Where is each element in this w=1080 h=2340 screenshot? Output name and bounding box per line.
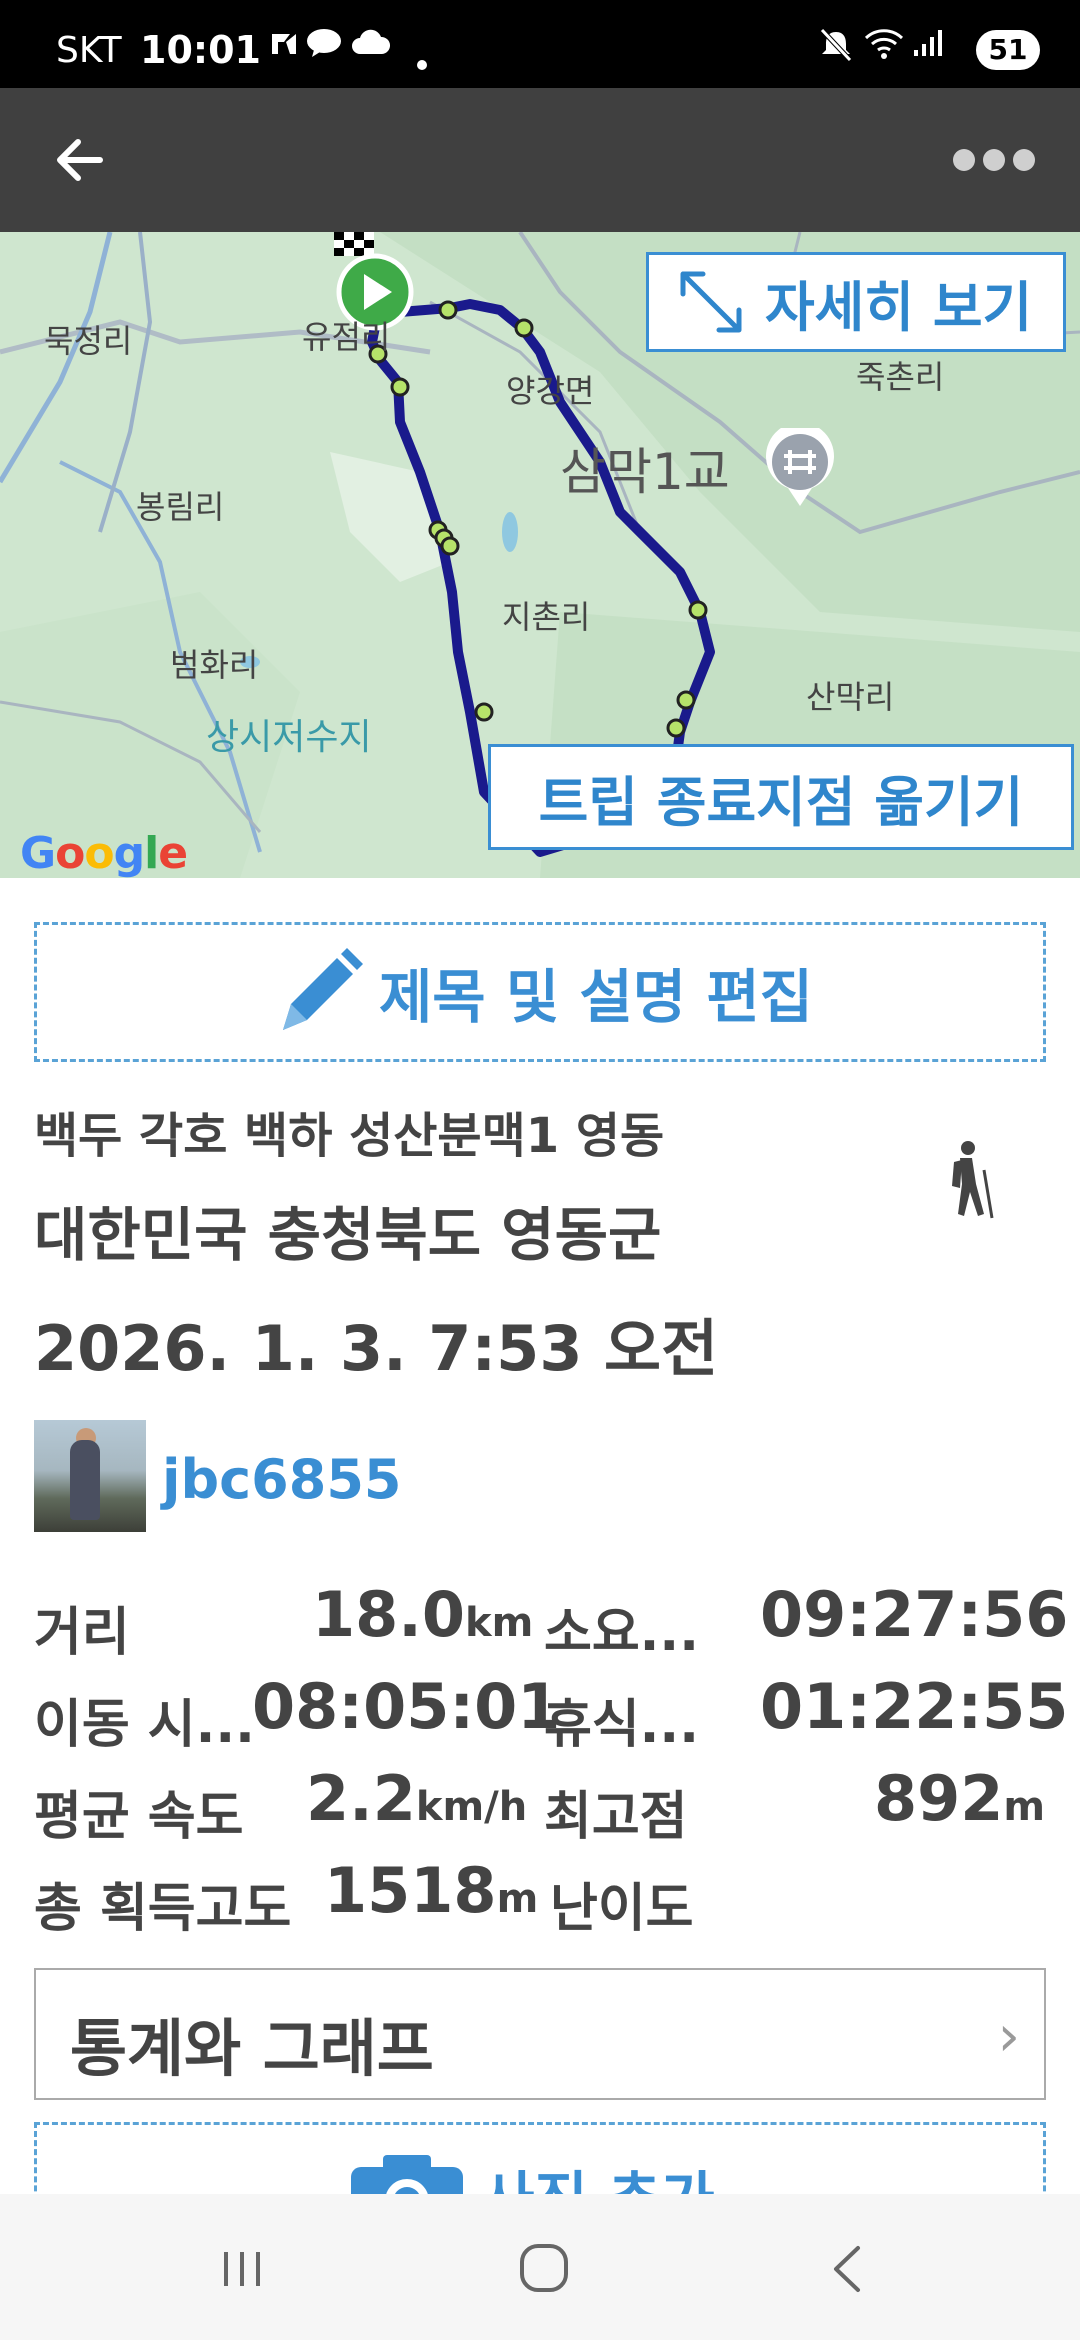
stat-label-rest-time: 휴식... xyxy=(544,1695,699,1755)
username-link[interactable]: jbc6855 xyxy=(162,1448,401,1511)
place-label: 상시저수지 xyxy=(206,717,372,758)
wifi-icon xyxy=(864,28,904,70)
pencil-icon xyxy=(282,948,363,1030)
arrow-left-icon xyxy=(57,139,103,181)
stat-label-difficulty: 난이도 xyxy=(550,1879,694,1939)
more-options-button[interactable] xyxy=(944,140,1044,180)
place-label: 범화리 xyxy=(170,646,259,684)
move-trip-end-button[interactable]: 트립 종료지점 옮기기 xyxy=(488,744,1074,850)
back-button[interactable] xyxy=(44,124,124,196)
back-icon[interactable] xyxy=(808,2234,888,2304)
app-bar xyxy=(0,88,1080,232)
trip-date: 2026. 1. 3. 7:53 오전 xyxy=(34,1312,719,1385)
view-details-button[interactable]: 자세히 보기 xyxy=(646,252,1066,352)
stat-elevation-gain: 1518m xyxy=(324,1854,539,1927)
home-icon[interactable] xyxy=(504,2234,584,2304)
stat-label-distance: 거리 xyxy=(34,1603,130,1663)
cloud-icon xyxy=(352,28,391,64)
stat-max-altitude: 892m xyxy=(874,1762,1046,1835)
battery-indicator: 51 xyxy=(976,30,1040,70)
stat-label-avg-speed: 평균 속도 xyxy=(34,1787,244,1847)
hiker-icon xyxy=(952,1141,994,1219)
place-label: 산막리 xyxy=(806,678,895,716)
stats-graph-label: 통계와 그래프 xyxy=(70,2012,434,2085)
google-logo: Google xyxy=(20,828,188,878)
talk-icon xyxy=(306,28,342,66)
trip-location: 대한민국 충청북도 영동군 xyxy=(34,1201,662,1269)
route-map[interactable]: 묵정리 유점리 양강면 죽촌리 삼막1교 봉림리 지촌리 범화리 상시저수지 산… xyxy=(0,232,1080,878)
stat-label-moving-time: 이동 시... xyxy=(34,1695,255,1755)
taxi-icon xyxy=(268,28,302,66)
stat-distance: 18.0km xyxy=(312,1578,534,1651)
place-label: 유점리 xyxy=(302,318,391,356)
status-bar: SKT 10:01 51 xyxy=(0,0,1080,88)
signal-icon xyxy=(912,28,946,66)
stat-avg-speed: 2.2km/h xyxy=(306,1762,528,1835)
view-details-label: 자세히 보기 xyxy=(765,275,1033,339)
expand-icon xyxy=(680,271,742,333)
clock: 10:01 xyxy=(140,28,261,72)
move-trip-end-label: 트립 종료지점 옮기기 xyxy=(538,770,1024,834)
system-nav-bar xyxy=(0,2194,1080,2340)
trip-title: 백두 각호 백하 성산분맥1 영동 xyxy=(34,1108,665,1164)
stats-graph-button[interactable]: 통계와 그래프 › xyxy=(34,1968,1046,2100)
place-label: 죽촌리 xyxy=(856,358,945,396)
stat-label-max-altitude: 최고점 xyxy=(544,1787,688,1847)
place-label: 삼막1교 xyxy=(560,443,730,501)
place-label: 묵정리 xyxy=(44,322,133,360)
edit-title-description-button[interactable]: 제목 및 설명 편집 xyxy=(34,922,1046,1062)
dot-icon xyxy=(416,44,428,79)
edit-title-label: 제목 및 설명 편집 xyxy=(378,963,814,1031)
place-label: 지촌리 xyxy=(502,598,591,636)
stat-rest-time: 01:22:55 xyxy=(760,1670,1069,1743)
stat-label-elevation-gain: 총 획득고도 xyxy=(34,1879,292,1939)
recent-apps-icon[interactable] xyxy=(202,2234,282,2304)
stat-label-total-time: 소요... xyxy=(544,1603,699,1663)
bridge-marker-icon[interactable] xyxy=(764,428,836,508)
place-label: 봉림리 xyxy=(136,488,225,526)
mute-icon xyxy=(818,28,854,70)
carrier-label: SKT xyxy=(56,30,122,71)
chevron-right-icon: › xyxy=(997,2004,1020,2069)
stat-total-time: 09:27:56 xyxy=(760,1578,1069,1651)
place-label: 양강면 xyxy=(506,372,595,410)
avatar[interactable] xyxy=(34,1420,146,1532)
more-dots-icon xyxy=(953,149,975,171)
stat-moving-time: 08:05:01 xyxy=(252,1670,561,1743)
